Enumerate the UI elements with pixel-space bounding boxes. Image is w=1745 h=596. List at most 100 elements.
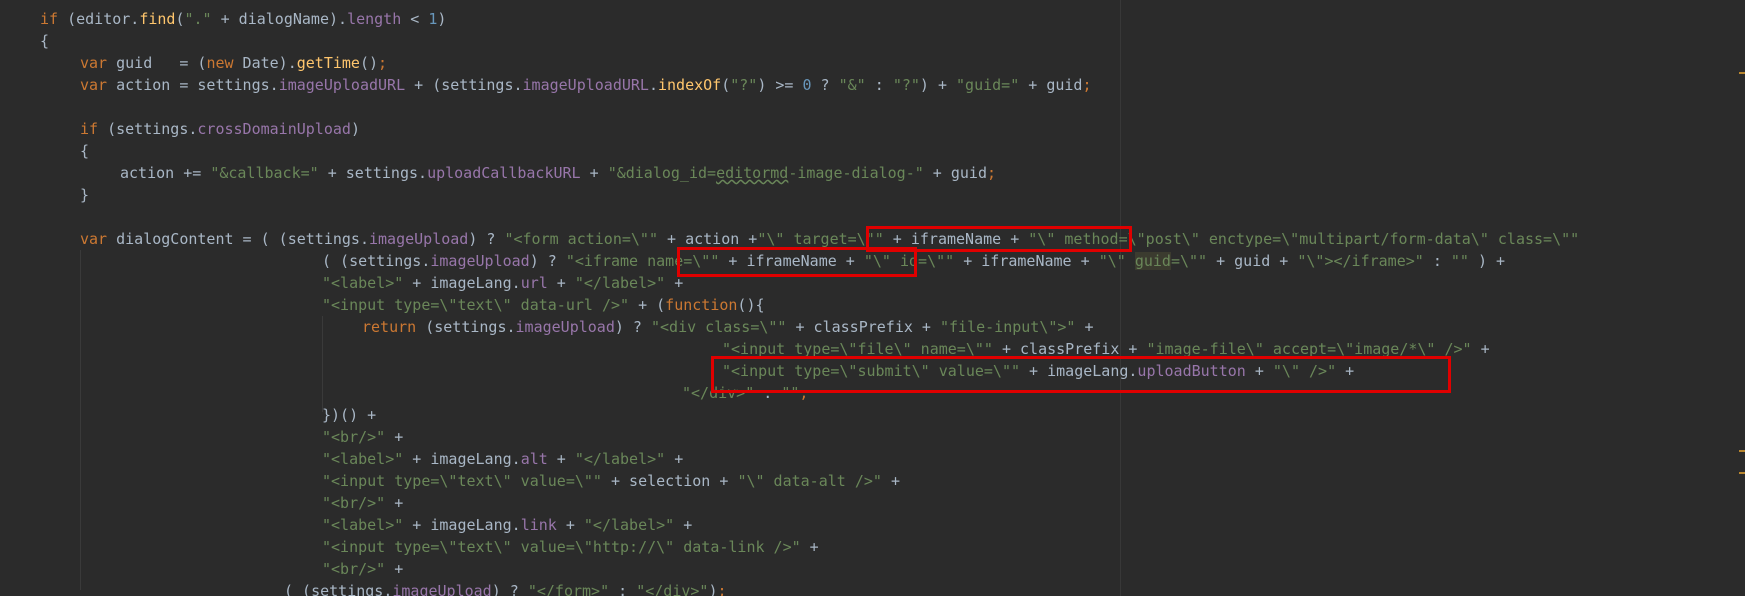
code-token: "file-input\">" — [940, 318, 1076, 336]
code-token: + — [547, 450, 575, 468]
code-token: "" — [1450, 252, 1469, 270]
code-token: "\" method=\"post\" enctype=\"multipart/… — [1028, 230, 1580, 248]
code-token: ( (settings. — [322, 252, 431, 270]
code-line[interactable]: var action = settings.imageUploadURL + (… — [80, 74, 1092, 96]
code-token: editormd — [716, 164, 789, 182]
code-token: imageUpload — [515, 318, 615, 336]
code-token: + — [665, 274, 684, 292]
code-line[interactable]: { — [40, 30, 49, 52]
code-line[interactable]: } — [80, 184, 89, 206]
code-token: () — [359, 54, 379, 72]
code-token: var — [80, 76, 108, 94]
code-token: ) — [350, 120, 360, 138]
code-token: ; — [799, 384, 809, 402]
code-token: + imageLang. — [403, 450, 521, 468]
code-line[interactable]: var guid = (new Date).getTime(); — [80, 52, 387, 74]
code-token: "</label>" — [574, 450, 666, 468]
code-line[interactable]: var dialogContent = ( (settings.imageUpl… — [80, 228, 1579, 250]
code-token: "<input type=\"text\" data-url />" — [322, 296, 630, 314]
code-editor[interactable]: if (editor.find("." + dialogName).length… — [0, 0, 1745, 596]
code-token: { — [40, 32, 50, 50]
code-token: ; — [717, 582, 727, 596]
code-line[interactable]: action += "&callback=" + settings.upload… — [120, 162, 996, 184]
code-token: : — [754, 384, 782, 402]
code-line[interactable]: "<label>" + imageLang.link + "</label>" … — [322, 514, 692, 536]
code-line[interactable]: if (editor.find("." + dialogName).length… — [40, 8, 446, 30]
code-line[interactable]: "<input type=\"file\" name=\"" + classPr… — [722, 338, 1490, 360]
code-line[interactable]: })() + — [322, 404, 376, 426]
code-token: ) — [708, 582, 718, 596]
code-token: + — [385, 494, 404, 512]
code-line[interactable]: "<br/>" + — [322, 558, 403, 580]
code-token: "<form action=\"" — [504, 230, 658, 248]
code-token: 0 — [802, 76, 812, 94]
code-token: + imageLang. — [403, 274, 521, 292]
code-token: ( — [721, 76, 731, 94]
code-token: "</form>" — [527, 582, 610, 596]
code-token: ) ? — [468, 230, 505, 248]
code-token: + — [1336, 362, 1355, 380]
code-token: "." — [184, 10, 212, 28]
code-line[interactable]: "<input type=\"text\" value=\"" + select… — [322, 470, 900, 492]
code-token: + (settings. — [405, 76, 523, 94]
code-line[interactable]: ( (settings.imageUpload) ? "</form>" : "… — [284, 580, 727, 596]
code-token: dialogContent = ( (settings. — [107, 230, 369, 248]
code-token: "</label>" — [574, 274, 666, 292]
code-token: ) ? — [614, 318, 651, 336]
code-token: Date). — [233, 54, 297, 72]
code-token: -image-dialog-" — [788, 164, 924, 182]
code-token: ) ? — [529, 252, 566, 270]
code-token: "\" data-alt />" — [737, 472, 882, 490]
code-token: "&" — [838, 76, 866, 94]
scrollbar-marker — [1739, 72, 1745, 74]
code-token: indexOf — [658, 76, 722, 94]
code-token: "\" />" — [1272, 362, 1337, 380]
code-line[interactable]: "<input type=\"text\" data-url />" + (fu… — [322, 294, 765, 316]
code-token: crossDomainUpload — [197, 120, 351, 138]
code-token: ; — [987, 164, 997, 182]
code-token: "<input type=\"submit\" value=\"" — [722, 362, 1021, 380]
code-token: alt — [520, 450, 548, 468]
code-token: ( — [175, 10, 185, 28]
code-token: + — [580, 164, 608, 182]
code-token: "</div>" — [636, 582, 709, 596]
code-token: + — [665, 450, 684, 468]
code-token: + guid — [923, 164, 987, 182]
code-token: + classPrefix + — [992, 340, 1147, 358]
code-token: + — [674, 516, 693, 534]
code-token: + — [1471, 340, 1490, 358]
code-line[interactable]: "<br/>" + — [322, 426, 403, 448]
code-line[interactable]: return (settings.imageUpload) ? "<div cl… — [362, 316, 1094, 338]
code-token: + — [881, 472, 900, 490]
code-token: < — [401, 10, 429, 28]
code-token: return — [362, 318, 417, 336]
code-token: ( (settings. — [284, 582, 393, 596]
code-line[interactable]: "<br/>" + — [322, 492, 403, 514]
code-token: (settings. — [416, 318, 516, 336]
code-token: + action + — [658, 230, 758, 248]
code-token: guid = ( — [107, 54, 207, 72]
code-line[interactable]: "<label>" + imageLang.alt + "</label>" + — [322, 448, 683, 470]
code-token: "guid=" — [956, 76, 1020, 94]
code-line[interactable]: "<label>" + imageLang.url + "</label>" + — [322, 272, 683, 294]
code-line[interactable]: { — [80, 140, 89, 162]
code-line[interactable]: ( (settings.imageUpload) ? "<iframe name… — [322, 250, 1505, 272]
code-token: "<label>" — [322, 450, 404, 468]
code-token: "<div class=\"" — [651, 318, 787, 336]
code-token: } — [80, 186, 90, 204]
code-token: if — [40, 10, 59, 28]
code-token: "<br/>" — [322, 494, 386, 512]
code-token: ) ? — [491, 582, 528, 596]
code-token: "<label>" — [322, 516, 404, 534]
code-token: getTime — [296, 54, 360, 72]
code-line[interactable]: if (settings.crossDomainUpload) — [80, 118, 360, 140]
code-token: (){ — [737, 296, 765, 314]
code-line[interactable]: "<input type=\"text\" value=\"http://\" … — [322, 536, 819, 558]
code-line[interactable]: "<input type=\"submit\" value=\"" + imag… — [722, 360, 1354, 382]
code-line[interactable]: "</div>" : ""; — [682, 382, 808, 404]
code-token: + selection + — [601, 472, 738, 490]
code-token: link — [520, 516, 557, 534]
code-token: + dialogName). — [211, 10, 348, 28]
code-token: ; — [378, 54, 388, 72]
code-token: + iframeName + — [883, 230, 1029, 248]
